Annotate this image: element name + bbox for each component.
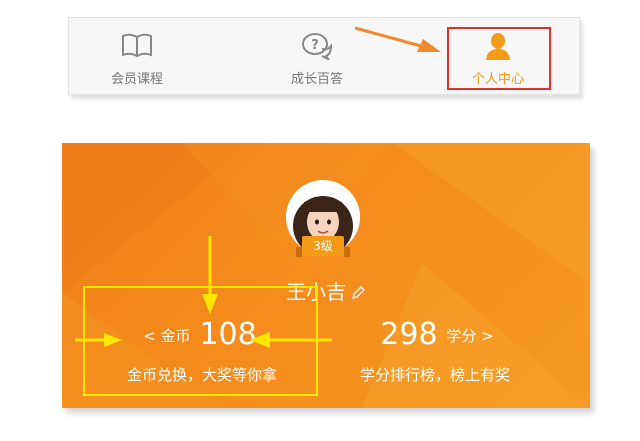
down-arrow-icon bbox=[202, 236, 218, 314]
left-arrow-icon bbox=[250, 332, 332, 348]
right-arrow-icon bbox=[75, 333, 122, 347]
annotation-arrows bbox=[75, 236, 332, 348]
